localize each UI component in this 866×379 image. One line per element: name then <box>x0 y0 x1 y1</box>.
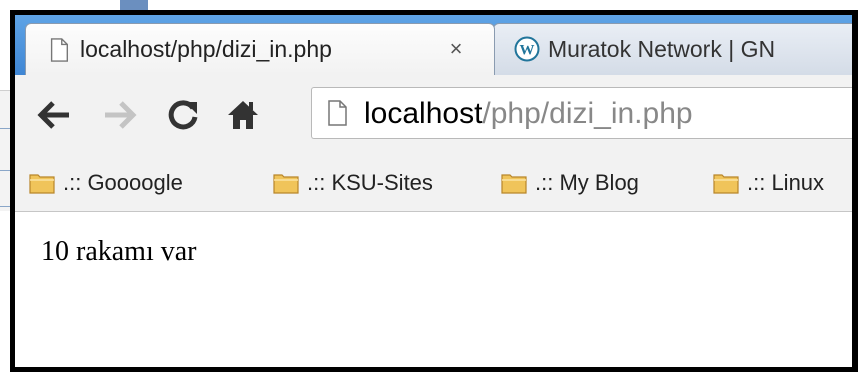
page-icon <box>328 100 347 126</box>
reload-button[interactable] <box>163 95 203 135</box>
address-bar[interactable]: localhost/php/dizi_in.php <box>311 87 852 139</box>
reload-icon <box>168 100 198 130</box>
folder-icon <box>713 174 739 194</box>
page-icon <box>50 38 68 62</box>
back-button[interactable] <box>35 95 75 135</box>
url-path: /php/dizi_in.php <box>482 97 693 130</box>
url-host: localhost <box>364 97 483 130</box>
tab-muratok-network[interactable]: W Muratok Network | GN <box>493 23 852 75</box>
bookmark-label: .:: Goooogle <box>63 170 183 195</box>
folder-icon <box>29 174 55 194</box>
tab-dizi-in[interactable]: localhost/php/dizi_in.php × <box>25 23 495 75</box>
home-button[interactable] <box>223 95 263 135</box>
bookmark-ksu-sites[interactable]: .:: KSU-Sites <box>273 165 433 201</box>
tab-strip: localhost/php/dizi_in.php × W Muratok Ne… <box>15 15 852 75</box>
browser-window: localhost/php/dizi_in.php × W Muratok Ne… <box>10 10 858 372</box>
address-url: localhost/php/dizi_in.php <box>364 94 693 134</box>
tab-title: localhost/php/dizi_in.php <box>80 36 332 62</box>
page-body-text: 10 rakamı var <box>41 236 197 267</box>
bookmark-label: .:: KSU-Sites <box>307 170 433 195</box>
bookmark-label: .:: Linux <box>747 170 825 195</box>
svg-text:W: W <box>520 43 535 59</box>
bookmark-linux[interactable]: .:: Linux <box>713 165 824 201</box>
folder-icon <box>501 174 527 194</box>
page-content: 10 rakamı var <box>15 212 852 367</box>
bookmark-goooogle[interactable]: .:: Goooogle <box>29 165 183 201</box>
home-icon <box>228 101 258 129</box>
arrow-left-icon <box>37 101 69 129</box>
wordpress-icon: W <box>514 36 540 62</box>
bookmark-my-blog[interactable]: .:: My Blog <box>501 165 639 201</box>
tab-title: Muratok Network | GN <box>548 36 776 62</box>
arrow-right-icon <box>105 101 137 129</box>
forward-button[interactable] <box>99 95 139 135</box>
folder-icon <box>273 174 299 194</box>
close-icon[interactable]: × <box>444 35 468 63</box>
bookmarks-bar: .:: Goooogle .:: KSU-Sites .:: My Blog .… <box>15 155 852 212</box>
bookmark-label: .:: My Blog <box>535 170 639 195</box>
